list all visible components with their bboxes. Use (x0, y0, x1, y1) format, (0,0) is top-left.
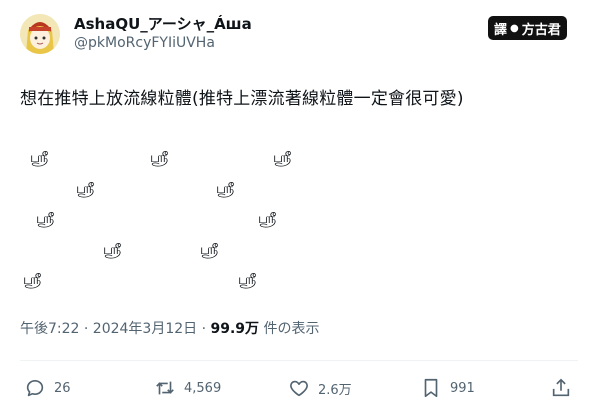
bookmark-button[interactable]: 991 (420, 377, 475, 399)
divider (20, 360, 578, 361)
timestamp[interactable]: 午後7:22 · 2024年3月12日 · (20, 321, 211, 337)
floating-glyph: ஸ்ரீ (216, 181, 235, 197)
watermark-dot: ● (510, 22, 519, 34)
watermark-right: 方古君 (521, 22, 561, 38)
floating-glyph: ஸ்ரீ (200, 242, 219, 258)
share-button[interactable] (550, 377, 580, 399)
like-button[interactable]: 2.6万 (288, 377, 352, 399)
floating-glyph: ஸ்ரீ (238, 272, 257, 288)
floating-glyph: ஸ்ரீ (273, 150, 292, 166)
floating-glyph: ஸ்ரீ (30, 150, 49, 166)
view-count: 99.9万 (210, 321, 260, 337)
repost-button[interactable]: 4,569 (154, 377, 221, 399)
repost-count: 4,569 (184, 380, 222, 396)
translator-watermark: 譯 ● 方古君 (488, 16, 567, 40)
reply-count: 26 (54, 380, 71, 396)
bookmark-count: 991 (450, 380, 475, 396)
watermark-left: 譯 (494, 22, 508, 38)
heart-icon (290, 380, 308, 397)
user-handle[interactable]: @pkMoRcyFYIiUVHa (74, 35, 215, 51)
tweet-text: 想在推特上放流線粒體(推特上漂流著線粒體一定會很可愛) (20, 89, 464, 109)
floating-glyph: ஸ்ரீ (103, 242, 122, 258)
floating-glyph: ஸ்ரீ (76, 181, 95, 197)
avatar[interactable] (20, 14, 60, 54)
floating-glyph: ஸ்ரீ (150, 150, 169, 166)
bookmark-icon (424, 378, 438, 398)
tweet-meta: 午後7:22 · 2024年3月12日 · 99.9万 件の表示 (20, 318, 320, 338)
reply-button[interactable]: 26 (24, 377, 71, 399)
floating-glyph: ஸ்ரீ (23, 272, 42, 288)
like-count: 2.6万 (318, 382, 352, 398)
reply-icon (26, 380, 44, 397)
share-icon (552, 378, 570, 397)
floating-glyph: ஸ்ரீ (258, 211, 277, 227)
views-label: 件の表示 (259, 321, 320, 337)
repost-icon (156, 381, 174, 395)
display-name[interactable]: AshaQU_アーシャ_Áшa (74, 13, 252, 34)
anime-avatar-icon (20, 14, 60, 54)
floating-glyph: ஸ்ரீ (36, 211, 55, 227)
